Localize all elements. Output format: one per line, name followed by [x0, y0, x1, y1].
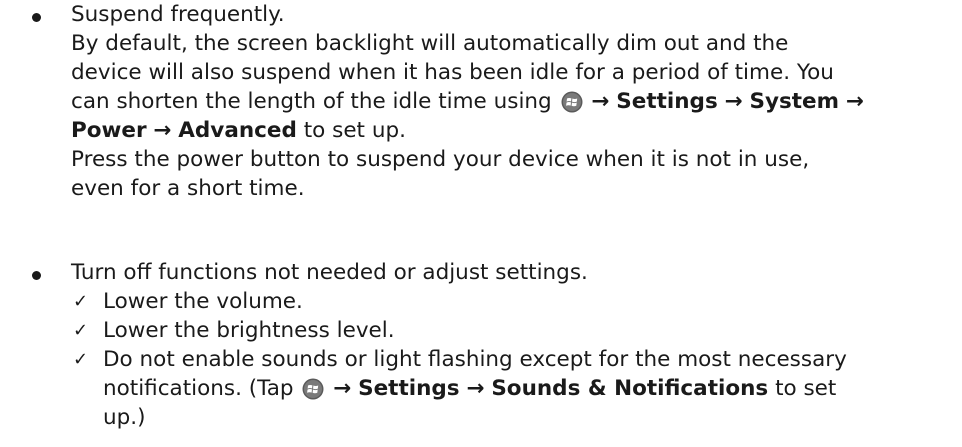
checkmark-icon: ✓	[73, 320, 89, 341]
windows-start-icon	[302, 378, 324, 408]
right-arrow-icon: →	[724, 89, 743, 114]
body-line-with-path: Power → Advanced to set up.	[71, 116, 406, 145]
path-step: Settings	[616, 89, 718, 114]
check-text: Lower the volume.	[103, 289, 303, 314]
right-arrow-icon: →	[591, 89, 610, 114]
item-heading: Suspend frequently.	[71, 2, 285, 27]
item-heading: Turn off functions not needed or adjust …	[71, 260, 588, 285]
path-step: Advanced	[178, 118, 297, 143]
check-text: Lower the brightness level.	[103, 318, 395, 343]
path-step: Power	[71, 118, 147, 143]
path-step: System	[749, 89, 840, 114]
right-arrow-icon: →	[333, 376, 352, 401]
body-line: By default, the screen backlight will au…	[71, 31, 789, 56]
check-text-with-path: notifications. (Tap → Settings → Sounds …	[103, 374, 836, 408]
right-arrow-icon: →	[153, 118, 172, 143]
checkmark-icon: ✓	[73, 291, 89, 312]
checkmark-icon: ✓	[73, 349, 89, 370]
bullet-icon	[32, 13, 41, 22]
body-text: to set	[775, 376, 837, 401]
body-line: Press the power button to suspend your d…	[71, 147, 810, 172]
right-arrow-icon: →	[466, 376, 485, 401]
path-step: Settings	[358, 376, 460, 401]
path-step: Sounds & Notifications	[491, 376, 769, 401]
body-text: notifications. (Tap	[103, 376, 294, 401]
check-text: Do not enable sounds or light flashing e…	[103, 347, 847, 372]
windows-start-icon	[561, 91, 583, 121]
bullet-icon	[32, 271, 41, 280]
body-line: device will also suspend when it has bee…	[71, 60, 834, 85]
body-text: can shorten the length of the idle time …	[71, 89, 552, 114]
body-line: even for a short time.	[71, 176, 305, 201]
check-text: up.)	[103, 405, 146, 430]
body-text: to set up.	[303, 118, 406, 143]
right-arrow-icon: →	[845, 89, 864, 114]
